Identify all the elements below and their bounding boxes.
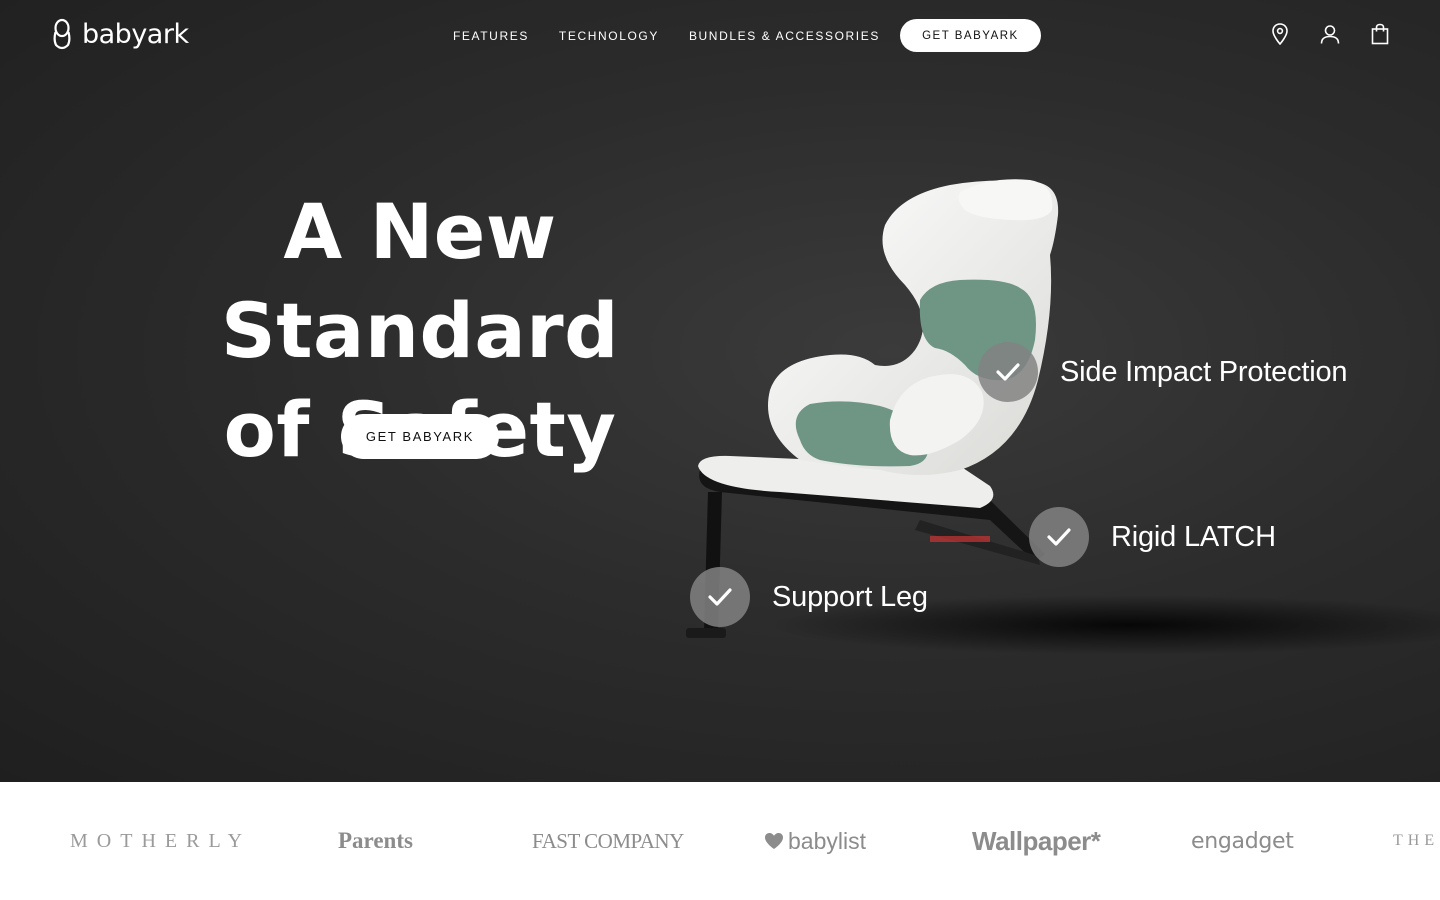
- press-logo-fast-company: FAST COMPANY: [532, 828, 684, 853]
- check-icon: [1029, 507, 1089, 567]
- press-logos-strip: MOTHERLY Parents FAST COMPANY babylist W…: [0, 782, 1440, 900]
- callout-label: Support Leg: [772, 580, 928, 613]
- check-icon: [978, 342, 1038, 402]
- check-icon: [690, 567, 750, 627]
- callout-support-leg: Support Leg: [690, 567, 928, 627]
- nav-link-technology[interactable]: TECHNOLOGY: [559, 29, 659, 43]
- press-logo-babylist: babylist: [764, 782, 866, 900]
- hero-get-babyark-button[interactable]: GET BABYARK: [341, 414, 499, 459]
- nav-get-babyark-button[interactable]: GET BABYARK: [899, 19, 1041, 52]
- brand-name: babyark: [82, 18, 189, 50]
- nav-link-features[interactable]: FEATURES: [453, 29, 529, 43]
- callout-label: Side Impact Protection: [1060, 355, 1348, 388]
- account-icon[interactable]: [1320, 22, 1340, 46]
- site-header: babyark FEATURES TECHNOLOGY BUNDLES & AC…: [0, 0, 1440, 70]
- callout-label: Rigid LATCH: [1111, 520, 1276, 553]
- press-logo-motherly: MOTHERLY: [70, 829, 252, 852]
- press-logo-engadget: engadget: [1191, 828, 1294, 854]
- callout-side-impact: Side Impact Protection: [978, 342, 1348, 402]
- press-logo-the: THE: [1393, 832, 1440, 849]
- brand-logo[interactable]: babyark: [52, 18, 189, 50]
- hero-headline-line-1: A New Standard: [220, 187, 620, 375]
- hero-section: babyark FEATURES TECHNOLOGY BUNDLES & AC…: [0, 0, 1440, 782]
- main-nav: FEATURES TECHNOLOGY BUNDLES & ACCESSORIE…: [453, 19, 1041, 52]
- heart-icon: [765, 833, 783, 849]
- press-logo-wallpaper: Wallpaper*: [972, 825, 1101, 856]
- callout-rigid-latch: Rigid LATCH: [1029, 507, 1276, 567]
- header-tools: [1270, 22, 1390, 46]
- shopping-bag-icon[interactable]: [1370, 22, 1390, 46]
- press-logo-parents: Parents: [338, 828, 413, 853]
- babylist-wordmark: babylist: [788, 827, 866, 854]
- babyark-logo-icon: [53, 18, 71, 50]
- nav-link-bundles-accessories[interactable]: BUNDLES & ACCESSORIES: [689, 29, 880, 43]
- location-pin-icon[interactable]: [1270, 22, 1290, 46]
